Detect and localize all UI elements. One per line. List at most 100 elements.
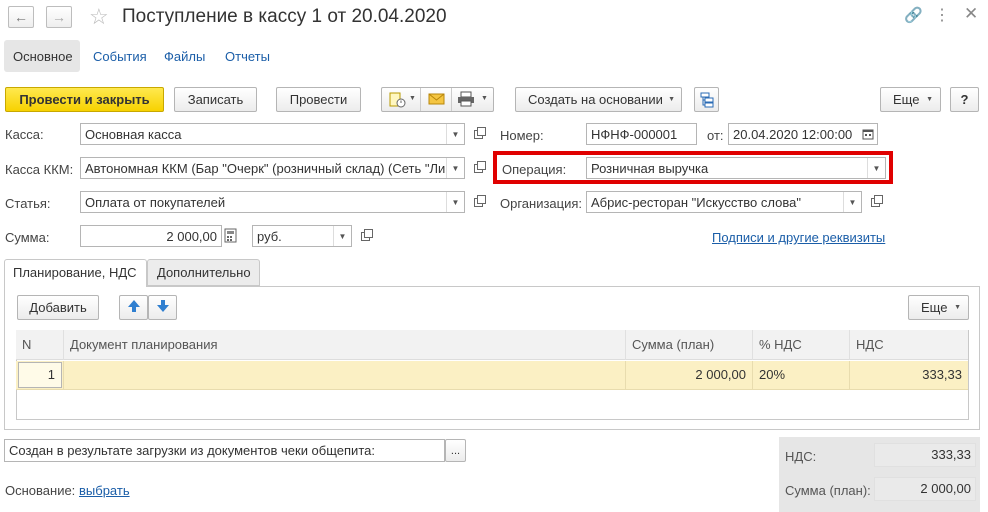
signatures-link[interactable]: Подписи и другие реквизиты [712, 230, 885, 245]
back-button[interactable]: ← [8, 6, 34, 28]
operacia-label: Операция: [502, 162, 567, 177]
open-icon[interactable] [469, 157, 487, 179]
table-more-button[interactable]: Еще ▼ [908, 295, 969, 320]
table-row[interactable]: 1 2 000,00 20% 333,33 [16, 361, 968, 390]
open-icon[interactable] [356, 225, 374, 247]
kassa-label: Касса: [5, 127, 44, 142]
star-icon[interactable]: ☆ [89, 4, 109, 30]
chevron-down-icon: ▼ [926, 96, 933, 103]
organizacia-label: Организация: [500, 196, 583, 211]
calendar-icon[interactable] [859, 124, 877, 144]
dropdown-arrow-icon[interactable]: ▼ [446, 158, 464, 178]
col-vat-rate[interactable]: % НДС [752, 330, 849, 360]
open-icon[interactable] [469, 123, 487, 145]
icon-button-group: ▼ ▼ [381, 87, 494, 112]
organizacia-value: Абрис-ресторан "Искусство слова" [591, 194, 801, 210]
col-document[interactable]: Документ планирования [63, 330, 625, 360]
tab-main-label: Основное [13, 49, 73, 64]
chevron-down-icon: ▼ [954, 304, 961, 311]
kassa-value: Основная касса [85, 126, 182, 142]
calculator-icon[interactable] [224, 228, 240, 244]
save-button[interactable]: Записать [174, 87, 257, 112]
chevron-down-icon[interactable]: ▼ [409, 95, 416, 102]
statya-value: Оплата от покупателей [85, 194, 226, 210]
statya-field[interactable]: Оплата от покупателей ▼ [80, 191, 465, 213]
tab-reports[interactable]: Отчеты [225, 49, 270, 64]
arrow-left-icon: ← [14, 9, 28, 25]
printer-icon[interactable] [457, 91, 475, 107]
operacia-value: Розничная выручка [591, 160, 709, 176]
col-vat[interactable]: НДС [849, 330, 968, 360]
arrow-down-icon [156, 299, 170, 316]
close-icon[interactable]: ✕ [964, 4, 978, 24]
basis-label: Основание: [5, 483, 76, 498]
arrow-right-icon: → [52, 9, 66, 25]
summa-value: 2 000,00 [166, 228, 217, 244]
date-field[interactable]: 20.04.2020 12:00:00 [728, 123, 878, 145]
open-icon[interactable] [469, 191, 487, 213]
window-title: Поступление в кассу 1 от 20.04.2020 [122, 6, 447, 27]
comment-field[interactable]: Создан в результате загрузки из документ… [4, 439, 445, 462]
comment-value: Создан в результате загрузки из документ… [9, 443, 375, 458]
summa-field[interactable]: 2 000,00 [80, 225, 222, 247]
kassa-kkm-field[interactable]: Автономная ККМ (Бар "Очерк" (розничный с… [80, 157, 465, 179]
row-vat-rate: 20% [752, 361, 849, 389]
more-label: Еще [893, 92, 920, 107]
organizacia-field[interactable]: Абрис-ресторан "Искусство слова" ▼ [586, 191, 862, 213]
dropdown-arrow-icon[interactable]: ▼ [843, 192, 861, 212]
move-down-button[interactable] [148, 295, 177, 320]
totals-vat-label: НДС: [785, 449, 817, 464]
arrow-up-icon [127, 299, 141, 316]
add-button[interactable]: Добавить [17, 295, 99, 320]
date-value: 20.04.2020 12:00:00 [733, 126, 853, 142]
ellipsis-icon: ... [450, 444, 461, 457]
kassa-field[interactable]: Основная касса ▼ [80, 123, 465, 145]
link-icon[interactable]: 🔗 [904, 6, 923, 24]
statya-label: Статья: [5, 196, 51, 211]
operacia-field[interactable]: Розничная выручка ▼ [586, 157, 886, 179]
table-more-label: Еще [921, 300, 948, 315]
move-up-button[interactable] [119, 295, 148, 320]
row-document[interactable] [63, 361, 625, 389]
chevron-down-icon: ▼ [668, 96, 675, 103]
structure-icon[interactable] [694, 87, 719, 112]
nomer-label: Номер: [500, 128, 544, 143]
post-and-close-button[interactable]: Провести и закрыть [5, 87, 164, 112]
comment-edit-button[interactable]: ... [445, 439, 466, 462]
create-based-on-label: Создать на основании [528, 92, 663, 107]
nomer-value: НФНФ-000001 [591, 126, 678, 142]
dropdown-arrow-icon[interactable]: ▼ [446, 192, 464, 212]
row-sum-plan: 2 000,00 [625, 361, 752, 389]
basis-select-link[interactable]: выбрать [79, 483, 130, 498]
date-label: от: [707, 128, 724, 143]
col-n[interactable]: N [16, 330, 63, 360]
envelope-icon[interactable] [428, 92, 446, 106]
subtab-planning-label: Планирование, НДС [13, 265, 137, 280]
more-vertical-icon[interactable]: ⋮ [934, 5, 950, 25]
kassa-kkm-label: Касса ККМ: [5, 162, 74, 177]
post-button[interactable]: Провести [276, 87, 361, 112]
summa-label: Сумма: [5, 230, 50, 245]
kassa-kkm-value: Автономная ККМ (Бар "Очерк" (розничный с… [85, 160, 445, 176]
divider [451, 88, 452, 111]
totals-vat-value: 333,33 [874, 443, 976, 467]
create-based-on-button[interactable]: Создать на основании ▼ [515, 87, 682, 112]
forward-button[interactable]: → [46, 6, 72, 28]
nomer-field[interactable]: НФНФ-000001 [586, 123, 697, 145]
chevron-down-icon[interactable]: ▼ [481, 95, 488, 102]
subtab-additional-label: Дополнительно [157, 265, 251, 280]
currency-field[interactable]: руб. ▼ [252, 225, 352, 247]
more-button[interactable]: Еще ▼ [880, 87, 941, 112]
dropdown-arrow-icon[interactable]: ▼ [867, 158, 885, 178]
totals-plan-value: 2 000,00 [874, 477, 976, 501]
help-button[interactable]: ? [950, 87, 979, 112]
table-header: N Документ планирования Сумма (план) % Н… [16, 330, 968, 360]
tab-files[interactable]: Файлы [164, 49, 205, 64]
open-icon[interactable] [866, 191, 884, 213]
tab-events[interactable]: События [93, 49, 147, 64]
dropdown-arrow-icon[interactable]: ▼ [446, 124, 464, 144]
row-n: 1 [18, 362, 62, 388]
col-sum-plan[interactable]: Сумма (план) [625, 330, 752, 360]
dropdown-arrow-icon[interactable]: ▼ [333, 226, 351, 246]
divider [420, 88, 421, 111]
